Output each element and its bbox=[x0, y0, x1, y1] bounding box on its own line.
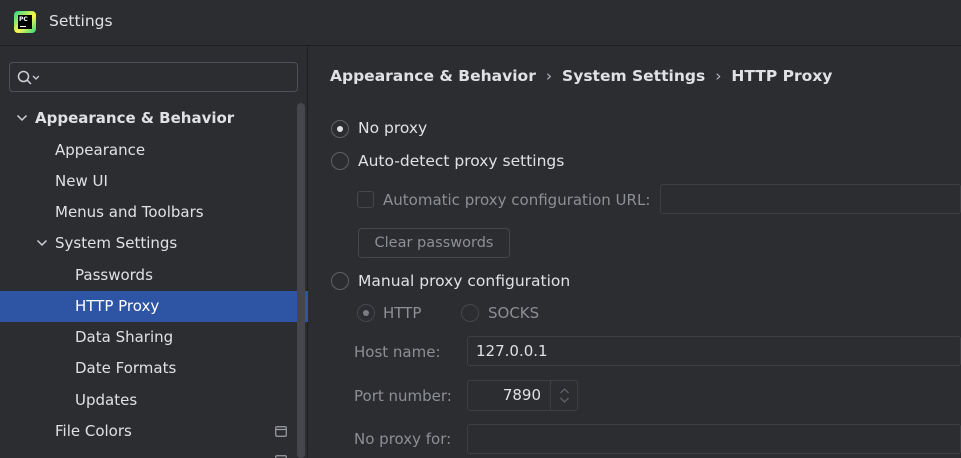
host-name-label: Host name: bbox=[354, 343, 441, 361]
sidebar-item-label: Date Formats bbox=[75, 359, 177, 377]
socks-label[interactable]: SOCKS bbox=[488, 304, 539, 322]
no-proxy-for-field[interactable] bbox=[467, 424, 961, 454]
sidebar-item-label: Appearance bbox=[55, 141, 146, 159]
sidebar-item-system-settings[interactable]: System Settings bbox=[0, 228, 308, 259]
sidebar-item-updates[interactable]: Updates bbox=[0, 385, 308, 416]
sidebar-item-menus-toolbars[interactable]: Menus and Toolbars bbox=[0, 197, 308, 228]
sidebar-item-appearance[interactable]: Appearance bbox=[0, 135, 308, 166]
port-stepper-arrows[interactable] bbox=[550, 381, 577, 410]
port-number-value[interactable]: 7890 bbox=[503, 381, 541, 410]
sidebar-item-partial[interactable] bbox=[0, 447, 308, 458]
breadcrumb: Appearance & Behavior › System Settings › HT… bbox=[330, 67, 832, 85]
sidebar-item-label: Data Sharing bbox=[75, 328, 174, 346]
sidebar-item-label: Appearance & Behavior bbox=[35, 109, 235, 127]
breadcrumb-separator: › bbox=[545, 67, 553, 85]
no-proxy-label[interactable]: No proxy bbox=[358, 119, 427, 137]
clear-passwords-button[interactable]: Clear passwords bbox=[358, 228, 510, 258]
auto-detect-label[interactable]: Auto-detect proxy settings bbox=[358, 152, 564, 170]
sidebar-item-label: File Colors bbox=[55, 422, 132, 440]
no-proxy-for-label: No proxy for: bbox=[354, 430, 452, 448]
sidebar-item-date-formats[interactable]: Date Formats bbox=[0, 353, 308, 384]
stepper-arrows-icon[interactable] bbox=[551, 381, 578, 410]
breadcrumb-item-system-settings[interactable]: System Settings bbox=[562, 67, 705, 85]
search-icon bbox=[17, 70, 39, 85]
sidebar-item-passwords[interactable]: Passwords bbox=[0, 260, 308, 291]
http-radio[interactable] bbox=[357, 304, 375, 322]
settings-search-box[interactable] bbox=[9, 62, 298, 92]
settings-window: PC Settings Appearance & Behavior Appear… bbox=[0, 0, 961, 458]
host-name-field[interactable] bbox=[467, 336, 961, 366]
breadcrumb-separator: › bbox=[715, 67, 722, 85]
chevron-down-icon[interactable] bbox=[16, 112, 28, 124]
sidebar-item-label: New UI bbox=[55, 172, 108, 190]
project-level-icon bbox=[275, 426, 287, 437]
title-bar: PC Settings bbox=[0, 0, 961, 46]
socks-radio[interactable] bbox=[461, 304, 479, 322]
auto-config-url-field[interactable] bbox=[660, 184, 961, 214]
http-label[interactable]: HTTP bbox=[383, 304, 421, 322]
settings-sidebar: Appearance & Behavior Appearance New UI … bbox=[0, 47, 308, 458]
breadcrumb-item-http-proxy: HTTP Proxy bbox=[731, 67, 833, 85]
window-title: Settings bbox=[49, 12, 113, 30]
sidebar-item-http-proxy[interactable]: HTTP Proxy bbox=[0, 291, 308, 322]
sidebar-item-label: HTTP Proxy bbox=[75, 297, 160, 315]
auto-config-url-checkbox[interactable] bbox=[357, 191, 374, 208]
no-proxy-radio[interactable] bbox=[331, 120, 349, 138]
sidebar-item-new-ui[interactable]: New UI bbox=[0, 166, 308, 197]
port-number-label: Port number: bbox=[354, 387, 452, 405]
sidebar-item-label: System Settings bbox=[55, 234, 178, 252]
sidebar-item-appearance-behavior[interactable]: Appearance & Behavior bbox=[0, 103, 308, 134]
port-number-stepper[interactable]: 7890 bbox=[467, 380, 578, 411]
manual-proxy-radio[interactable] bbox=[331, 272, 349, 290]
sidebar-item-data-sharing[interactable]: Data Sharing bbox=[0, 322, 308, 353]
sidebar-item-file-colors[interactable]: File Colors bbox=[0, 416, 308, 447]
pycharm-logo-icon: PC bbox=[14, 11, 36, 33]
breadcrumb-item-appearance-behavior[interactable]: Appearance & Behavior bbox=[330, 67, 536, 85]
search-input[interactable] bbox=[44, 66, 289, 88]
sidebar-item-label: Updates bbox=[75, 391, 138, 409]
manual-proxy-label[interactable]: Manual proxy configuration bbox=[358, 272, 570, 290]
sidebar-item-label: Menus and Toolbars bbox=[55, 203, 204, 221]
sidebar-scrollbar[interactable] bbox=[297, 103, 305, 458]
settings-content: Appearance & Behavior › System Settings › HT… bbox=[309, 47, 961, 458]
auto-detect-radio[interactable] bbox=[331, 152, 349, 170]
chevron-down-icon[interactable] bbox=[36, 237, 48, 249]
sidebar-item-label: Passwords bbox=[75, 266, 153, 284]
auto-config-url-label: Automatic proxy configuration URL: bbox=[383, 191, 651, 209]
